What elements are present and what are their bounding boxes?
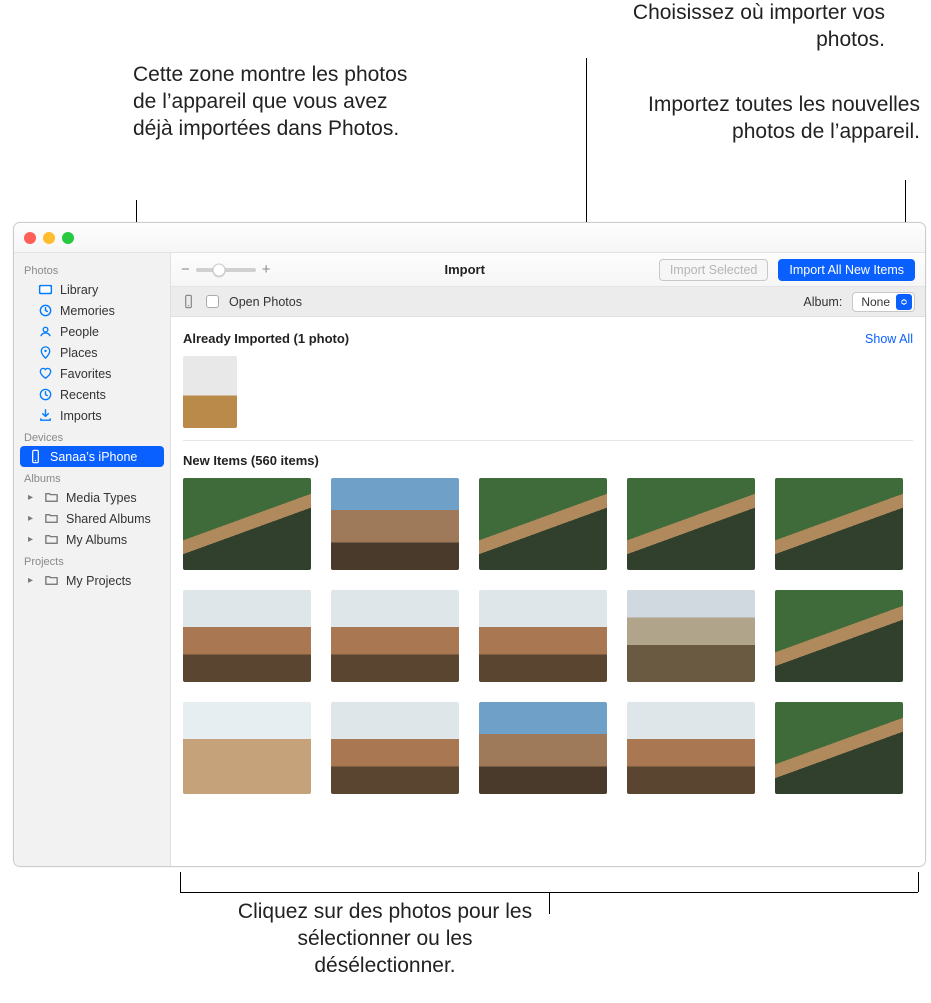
photo-thumbnail[interactable] bbox=[331, 478, 459, 570]
toolbar: − + Import Import Selected Import All Ne… bbox=[171, 253, 925, 287]
sidebar-label: Recents bbox=[60, 388, 106, 402]
photo-thumbnail[interactable] bbox=[627, 590, 755, 682]
photo-thumbnail[interactable] bbox=[331, 590, 459, 682]
heart-icon bbox=[38, 366, 53, 381]
slider-knob[interactable] bbox=[212, 263, 225, 276]
chevron-right-icon[interactable]: ▸ bbox=[28, 575, 37, 586]
main-area: − + Import Import Selected Import All Ne… bbox=[171, 253, 925, 866]
sidebar-section-devices: Devices bbox=[14, 426, 170, 446]
import-selected-button[interactable]: Import Selected bbox=[659, 259, 769, 281]
import-content: Already Imported (1 photo) Show All New … bbox=[171, 317, 925, 866]
sidebar-item-library[interactable]: Library bbox=[14, 279, 170, 300]
places-icon bbox=[38, 345, 53, 360]
library-icon bbox=[38, 282, 53, 297]
sidebar-label: My Projects bbox=[66, 574, 131, 588]
already-imported-heading: Already Imported (1 photo) bbox=[183, 331, 349, 346]
show-all-link[interactable]: Show All bbox=[865, 332, 913, 346]
already-imported-thumbs bbox=[183, 356, 913, 428]
sidebar-label: People bbox=[60, 325, 99, 339]
sidebar-label: Library bbox=[60, 283, 98, 297]
toolbar-title: Import bbox=[281, 262, 649, 277]
folder-icon bbox=[44, 573, 59, 588]
photo-thumbnail[interactable] bbox=[775, 590, 903, 682]
sidebar-item-people[interactable]: People bbox=[14, 321, 170, 342]
album-label: Album: bbox=[803, 295, 842, 309]
photo-thumbnail[interactable] bbox=[183, 478, 311, 570]
sidebar-label: My Albums bbox=[66, 533, 127, 547]
sidebar: Photos Library Memories bbox=[14, 253, 171, 866]
sidebar-item-imports[interactable]: Imports bbox=[14, 405, 170, 426]
photo-thumbnail[interactable] bbox=[775, 702, 903, 794]
memories-icon bbox=[38, 303, 53, 318]
iphone-icon bbox=[181, 294, 196, 309]
callout-import-all: Importez toutes les nouvelles photos de … bbox=[620, 92, 920, 146]
sidebar-item-media-types[interactable]: ▸ Media Types bbox=[14, 487, 170, 508]
sidebar-section-projects: Projects bbox=[14, 550, 170, 570]
leader-line bbox=[549, 892, 550, 914]
window-titlebar bbox=[14, 223, 925, 253]
iphone-icon bbox=[28, 449, 43, 464]
zoom-control: − + bbox=[181, 261, 271, 278]
photo-thumbnail[interactable] bbox=[183, 702, 311, 794]
separator bbox=[183, 440, 913, 441]
sidebar-label: Sanaa’s iPhone bbox=[50, 450, 137, 464]
minimize-window-button[interactable] bbox=[43, 232, 55, 244]
zoom-window-button[interactable] bbox=[62, 232, 74, 244]
sidebar-label: Memories bbox=[60, 304, 115, 318]
leader-line bbox=[180, 872, 181, 892]
folder-icon bbox=[44, 532, 59, 547]
chevron-up-down-icon bbox=[896, 294, 912, 310]
zoom-in-icon[interactable]: + bbox=[262, 261, 271, 278]
people-icon bbox=[38, 324, 53, 339]
photo-thumbnail[interactable] bbox=[479, 478, 607, 570]
open-photos-label: Open Photos bbox=[229, 295, 302, 309]
photo-thumbnail[interactable] bbox=[183, 356, 237, 428]
sidebar-item-memories[interactable]: Memories bbox=[14, 300, 170, 321]
photo-thumbnail[interactable] bbox=[479, 702, 607, 794]
callout-already-imported: Cette zone montre les photos de l’appare… bbox=[133, 62, 433, 143]
import-icon bbox=[38, 408, 53, 423]
folder-icon bbox=[44, 511, 59, 526]
import-options-bar: Open Photos Album: None bbox=[171, 287, 925, 317]
photo-thumbnail[interactable] bbox=[775, 478, 903, 570]
folder-icon bbox=[44, 490, 59, 505]
thumbnail-size-slider[interactable] bbox=[196, 268, 256, 272]
annotation-layer: Cette zone montre les photos de l’appare… bbox=[0, 0, 931, 1003]
sidebar-label: Media Types bbox=[66, 491, 137, 505]
sidebar-label: Shared Albums bbox=[66, 512, 151, 526]
leader-line bbox=[918, 872, 919, 892]
sidebar-item-favorites[interactable]: Favorites bbox=[14, 363, 170, 384]
sidebar-item-places[interactable]: Places bbox=[14, 342, 170, 363]
callout-click-to-select: Cliquez sur des photos pour les sélectio… bbox=[230, 899, 540, 980]
photo-thumbnail[interactable] bbox=[479, 590, 607, 682]
sidebar-item-device[interactable]: Sanaa’s iPhone bbox=[20, 446, 164, 467]
sidebar-label: Favorites bbox=[60, 367, 111, 381]
photos-app-window: Photos Library Memories bbox=[13, 222, 926, 867]
clock-icon bbox=[38, 387, 53, 402]
photo-thumbnail[interactable] bbox=[331, 702, 459, 794]
sidebar-label: Places bbox=[60, 346, 98, 360]
sidebar-section-photos: Photos bbox=[14, 259, 170, 279]
chevron-right-icon[interactable]: ▸ bbox=[28, 492, 37, 503]
sidebar-item-shared-albums[interactable]: ▸ Shared Albums bbox=[14, 508, 170, 529]
new-items-thumbs bbox=[183, 478, 913, 794]
sidebar-item-my-albums[interactable]: ▸ My Albums bbox=[14, 529, 170, 550]
sidebar-item-my-projects[interactable]: ▸ My Projects bbox=[14, 570, 170, 591]
sidebar-item-recents[interactable]: Recents bbox=[14, 384, 170, 405]
photo-thumbnail[interactable] bbox=[627, 702, 755, 794]
album-destination-select[interactable]: None bbox=[852, 292, 915, 312]
zoom-out-icon[interactable]: − bbox=[181, 261, 190, 278]
chevron-right-icon[interactable]: ▸ bbox=[28, 534, 37, 545]
album-select-value: None bbox=[861, 295, 890, 309]
new-items-heading: New Items (560 items) bbox=[183, 453, 913, 468]
photo-thumbnail[interactable] bbox=[627, 478, 755, 570]
chevron-right-icon[interactable]: ▸ bbox=[28, 513, 37, 524]
sidebar-section-albums: Albums bbox=[14, 467, 170, 487]
close-window-button[interactable] bbox=[24, 232, 36, 244]
callout-choose-destination: Choisissez où importer vos photos. bbox=[575, 0, 885, 54]
import-all-new-button[interactable]: Import All New Items bbox=[778, 259, 915, 281]
open-photos-checkbox[interactable] bbox=[206, 295, 219, 308]
sidebar-label: Imports bbox=[60, 409, 102, 423]
photo-thumbnail[interactable] bbox=[183, 590, 311, 682]
